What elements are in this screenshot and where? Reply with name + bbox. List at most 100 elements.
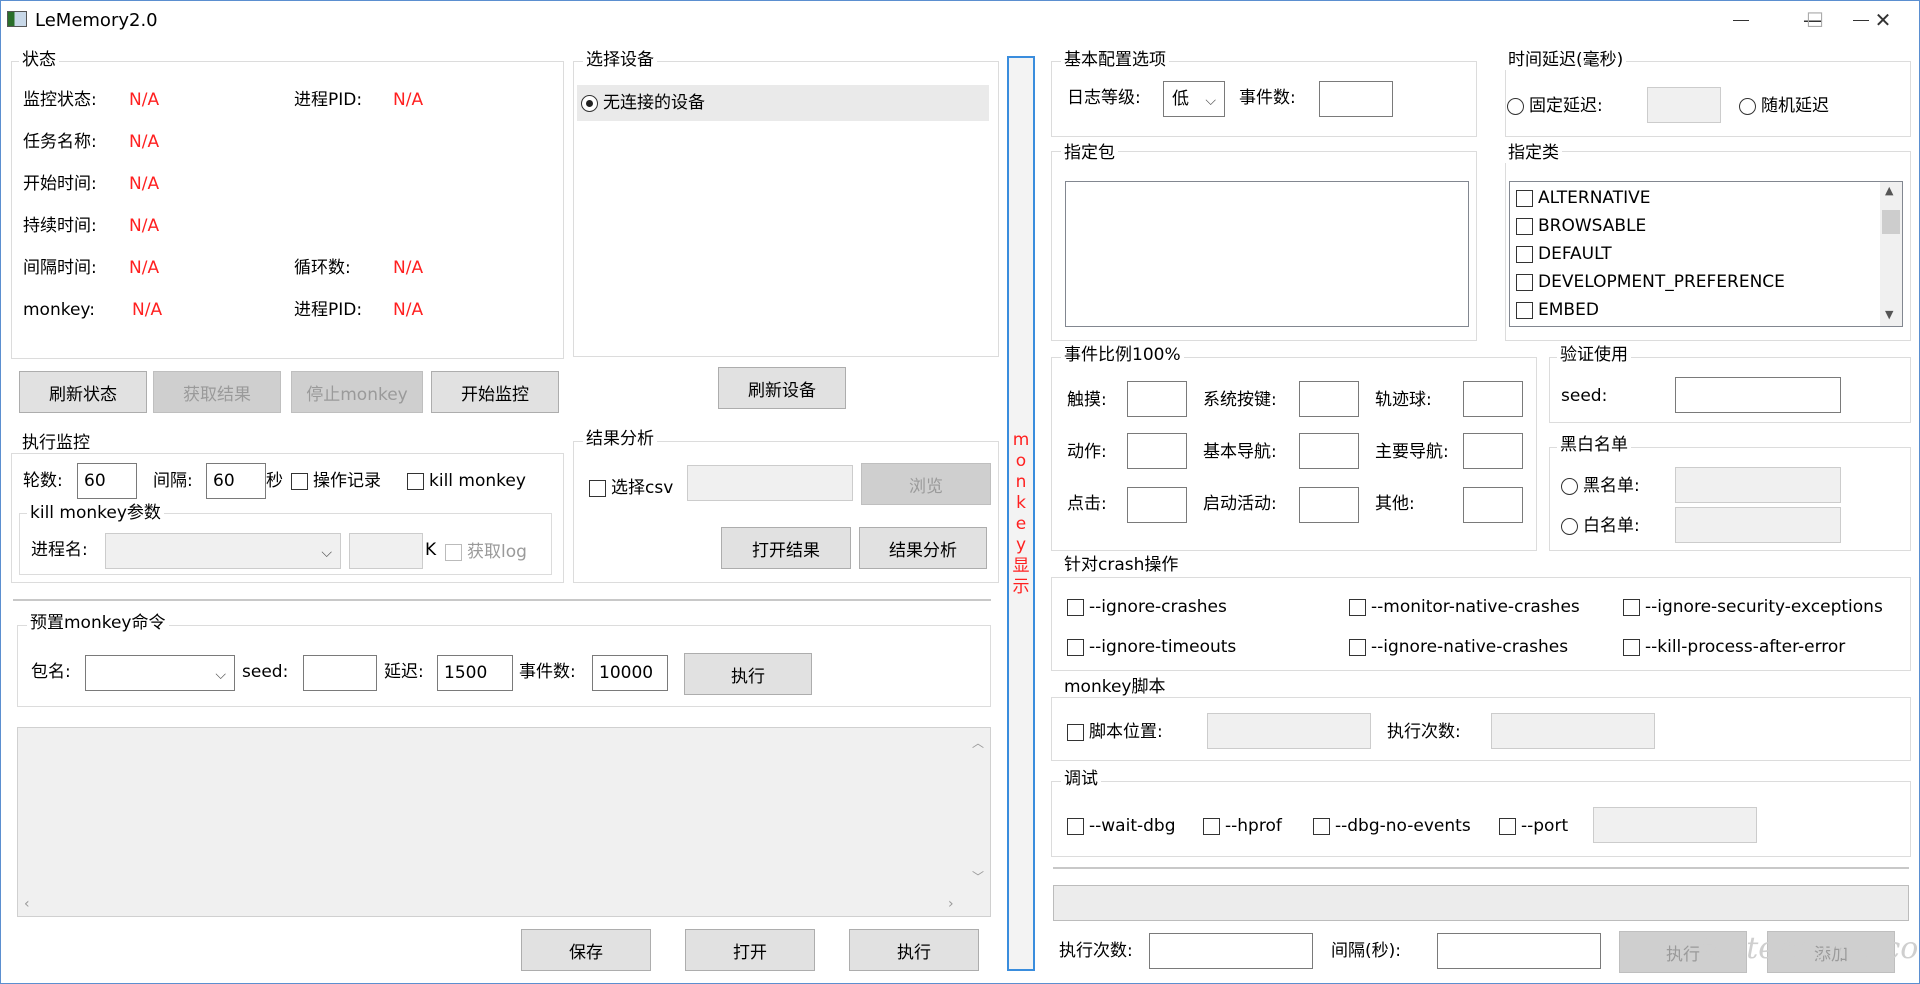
class-item[interactable]: ALTERNATIVE (1516, 187, 1651, 209)
scroll-thumb[interactable] (1882, 210, 1900, 234)
class-item[interactable]: DEFAULT (1516, 243, 1612, 265)
scroll-up-icon[interactable]: ▲ (1885, 184, 1893, 197)
run-interval-input[interactable] (1437, 933, 1601, 969)
device-radio[interactable]: 无连接的设备 (581, 92, 705, 114)
preset-title: 预置monkey命令 (27, 613, 169, 633)
kill-process-after-error-checkbox[interactable]: --kill-process-after-error (1623, 636, 1845, 658)
whitelist-input[interactable] (1675, 507, 1841, 543)
scroll-right-icon[interactable]: › (948, 896, 954, 912)
ignore-crashes-checkbox[interactable]: --ignore-crashes (1067, 596, 1227, 618)
side-char: n (1015, 471, 1027, 492)
other-input[interactable] (1463, 487, 1523, 523)
k-input[interactable] (349, 533, 423, 569)
analyze-result-button[interactable]: 结果分析 (859, 527, 987, 569)
events-input[interactable]: 10000 (592, 655, 668, 691)
loop-count-value: N/A (393, 258, 424, 278)
app-switch-input[interactable] (1299, 487, 1359, 523)
run-times-input[interactable] (1149, 933, 1313, 969)
csv-path-input[interactable] (687, 465, 853, 501)
basic-events-input[interactable] (1319, 81, 1393, 117)
class-item[interactable]: DEVELOPMENT_PREFERENCE (1516, 271, 1785, 293)
refresh-device-button[interactable]: 刷新设备 (718, 367, 846, 409)
whitelist-radio[interactable]: 白名单: (1561, 515, 1640, 537)
select-csv-label: 选择csv (611, 478, 674, 498)
blacklist-radio[interactable]: 黑名单: (1561, 475, 1640, 497)
sys-keys-input[interactable] (1299, 381, 1359, 417)
rounds-input[interactable]: 60 (77, 463, 137, 499)
script-times-label: 执行次数: (1387, 722, 1461, 742)
start-time-value: N/A (129, 174, 160, 194)
hprof-checkbox[interactable]: --hprof (1203, 815, 1282, 837)
minimize-icon[interactable] (1711, 1, 1771, 39)
get-log-checkbox[interactable]: 获取log (445, 541, 527, 563)
class-item[interactable]: BROWSABLE (1516, 215, 1646, 237)
checkbox-icon (1516, 301, 1533, 319)
touch-input[interactable] (1127, 381, 1187, 417)
fixed-delay-input[interactable] (1647, 87, 1721, 123)
process-name-select[interactable]: ⌵ (105, 533, 341, 569)
seed-input[interactable] (303, 655, 377, 691)
fixed-delay-radio[interactable]: 固定延迟: (1507, 95, 1603, 117)
random-delay-label: 随机延迟 (1761, 96, 1829, 116)
vertical-scrollbar[interactable]: ︿ ﹀ (968, 728, 988, 896)
duration-value: N/A (129, 216, 160, 236)
script-location-checkbox[interactable]: 脚本位置: (1067, 721, 1163, 743)
side-char: m (1012, 429, 1030, 450)
script-location-input[interactable] (1207, 713, 1371, 749)
stop-monkey-button[interactable]: 停止monkey (291, 371, 423, 413)
package-list[interactable] (1065, 181, 1469, 327)
major-nav-input[interactable] (1463, 433, 1523, 469)
interval-input[interactable]: 60 (206, 463, 266, 499)
monkey-display-toggle[interactable]: m o n k e y 显 示 (1007, 56, 1035, 971)
output-textarea[interactable]: ︿ ﹀ ‹ › (17, 727, 991, 917)
start-monitor-button[interactable]: 开始监控 (431, 371, 559, 413)
ignore-native-crashes-checkbox[interactable]: --ignore-native-crashes (1349, 636, 1568, 658)
motion-input[interactable] (1127, 433, 1187, 469)
trackball-input[interactable] (1463, 381, 1523, 417)
class-item[interactable]: EMBED (1516, 299, 1599, 321)
option-label: --kill-process-after-error (1645, 637, 1846, 657)
wait-dbg-checkbox[interactable]: --wait-dbg (1067, 815, 1176, 837)
random-delay-radio[interactable]: 随机延迟 (1739, 95, 1829, 117)
select-csv-checkbox[interactable]: 选择csv (589, 477, 673, 499)
preset-exec-button[interactable]: 执行 (684, 653, 812, 695)
scroll-down-icon[interactable]: ▼ (1885, 308, 1893, 321)
port-checkbox[interactable]: --port (1499, 815, 1568, 837)
dbg-no-events-checkbox[interactable]: --dbg-no-events (1313, 815, 1471, 837)
ignore-timeouts-checkbox[interactable]: --ignore-timeouts (1067, 636, 1236, 658)
op-record-checkbox[interactable]: 操作记录 (291, 470, 381, 492)
ignore-security-exceptions-checkbox[interactable]: --ignore-security-exceptions (1623, 596, 1883, 618)
log-level-select[interactable]: 低 ⌵ (1163, 81, 1225, 117)
script-times-input[interactable] (1491, 713, 1655, 749)
scroll-up-icon[interactable]: ︿ (972, 734, 984, 751)
scroll-down-icon[interactable]: ﹀ (972, 868, 984, 885)
analysis-title: 结果分析 (583, 429, 657, 449)
kill-monkey-checkbox[interactable]: kill monkey (407, 470, 526, 492)
open-button[interactable]: 打开 (685, 929, 815, 971)
save-button[interactable]: 保存 (521, 929, 651, 971)
refresh-status-button[interactable]: 刷新状态 (19, 371, 147, 413)
radio-icon (1739, 97, 1756, 115)
class-title: 指定类 (1505, 143, 1562, 163)
fixed-delay-label: 固定延迟: (1529, 96, 1603, 116)
open-result-button[interactable]: 打开结果 (721, 527, 851, 569)
maximize-icon[interactable]: ☐ (1785, 1, 1845, 39)
port-input[interactable] (1593, 807, 1757, 843)
get-result-button[interactable]: 获取结果 (153, 371, 281, 413)
verify-seed-input[interactable] (1675, 377, 1841, 413)
browse-button[interactable]: 浏览 (861, 463, 991, 505)
blacklist-input[interactable] (1675, 467, 1841, 503)
monitor-native-crashes-checkbox[interactable]: --monitor-native-crashes (1349, 596, 1580, 618)
delay-input[interactable]: 1500 (437, 655, 513, 691)
class-list[interactable]: ALTERNATIVE BROWSABLE DEFAULT DEVELOPMEN… (1509, 181, 1903, 327)
close-icon[interactable]: ✕ (1853, 1, 1913, 39)
class-list-scrollbar[interactable]: ▲ ▼ (1880, 182, 1902, 326)
command-preview-field[interactable] (1053, 885, 1909, 921)
basic-nav-input[interactable] (1299, 433, 1359, 469)
click-input[interactable] (1127, 487, 1187, 523)
package-select[interactable]: ⌵ (85, 655, 235, 691)
debug-title: 调试 (1061, 769, 1101, 789)
scroll-left-icon[interactable]: ‹ (24, 896, 30, 912)
trackball-label: 轨迹球: (1375, 390, 1432, 410)
exec-button[interactable]: 执行 (849, 929, 979, 971)
